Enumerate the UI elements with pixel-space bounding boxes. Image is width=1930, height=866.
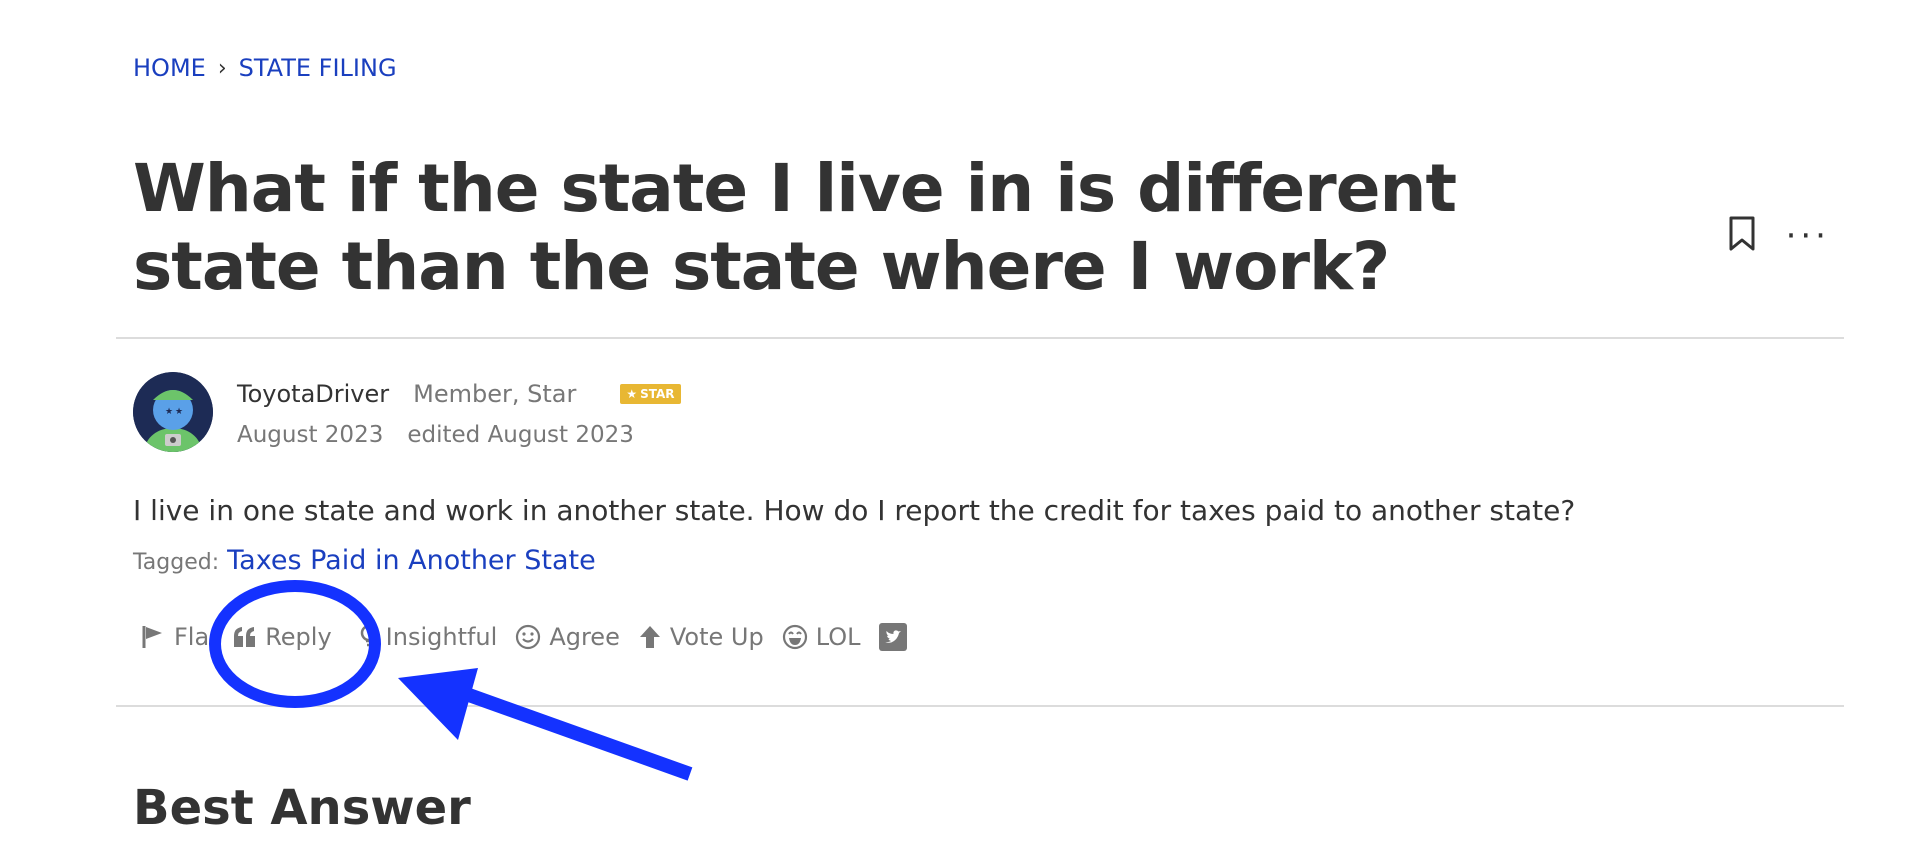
vote-up-button[interactable]: Vote Up	[638, 623, 764, 651]
lol-button[interactable]: LOL	[782, 623, 861, 651]
flag-label: Fla	[174, 623, 210, 651]
twitter-share-button[interactable]	[878, 622, 908, 652]
tags: Tagged: Taxes Paid in Another State	[133, 545, 596, 576]
bookmark-icon[interactable]	[1728, 216, 1756, 256]
vote-up-label: Vote Up	[669, 623, 764, 651]
svg-text:★: ★	[175, 407, 183, 417]
tag-link[interactable]: Taxes Paid in Another State	[227, 545, 596, 576]
laugh-icon	[782, 624, 808, 650]
breadcrumb-home-link[interactable]: HOME	[133, 54, 206, 82]
divider	[116, 705, 1844, 707]
tagged-label: Tagged:	[133, 550, 220, 575]
post-date[interactable]: August 2023	[237, 422, 383, 448]
breadcrumb-separator: ›	[217, 55, 227, 81]
lol-label: LOL	[815, 623, 861, 651]
reaction-bar: Fla Reply Insightful Agree Vote Up LOL	[140, 622, 926, 652]
reply-label: Reply	[265, 623, 332, 651]
insightful-label: Insightful	[385, 623, 498, 651]
breadcrumb-state-filing-link[interactable]: STATE FILING	[239, 54, 397, 82]
star-badge: ★ STAR	[620, 384, 681, 404]
flag-icon	[140, 624, 166, 650]
smile-icon	[515, 624, 541, 650]
more-options-icon[interactable]: ···	[1786, 219, 1830, 253]
flag-button[interactable]: Fla	[140, 623, 209, 651]
title-actions: ···	[1728, 216, 1830, 256]
annotation-arrow	[398, 668, 693, 781]
avatar[interactable]: ★ ★	[133, 372, 213, 452]
twitter-icon	[878, 622, 908, 652]
arrow-up-icon	[638, 624, 662, 650]
agree-label: Agree	[549, 623, 620, 651]
agree-button[interactable]: Agree	[515, 623, 620, 651]
quote-icon	[233, 626, 257, 648]
page-title: What if the state I live in is different…	[133, 150, 1457, 305]
post-body: I live in one state and work in another …	[133, 494, 1576, 527]
insightful-button[interactable]: Insightful	[360, 623, 498, 651]
edited-date: edited August 2023	[407, 422, 634, 448]
reply-button[interactable]: Reply	[233, 623, 332, 651]
star-badge-label: STAR	[640, 387, 675, 401]
divider	[116, 337, 1844, 339]
svg-text:★: ★	[165, 407, 173, 417]
best-answer-heading: Best Answer	[133, 780, 471, 836]
author-name[interactable]: ToyotaDriver	[237, 380, 389, 408]
lightbulb-icon	[360, 624, 378, 650]
author-role: Member, Star	[413, 380, 577, 408]
star-icon: ★	[626, 387, 638, 401]
post-meta: August 2023 edited August 2023	[237, 422, 634, 448]
author-line: ToyotaDriver Member, Star ★ STAR	[237, 380, 681, 408]
breadcrumb: HOME › STATE FILING	[133, 54, 397, 82]
